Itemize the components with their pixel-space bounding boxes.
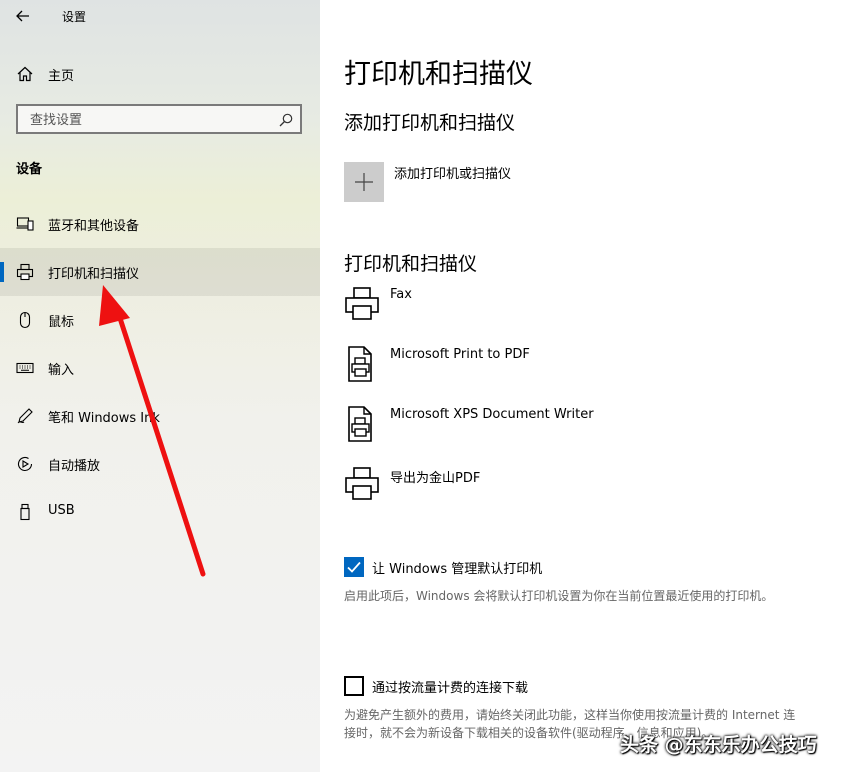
checkmark-icon xyxy=(347,561,361,573)
default-printer-label[interactable]: 让 Windows 管理默认打印机 xyxy=(372,558,542,577)
document-printer-icon xyxy=(348,406,372,442)
printers-page: 打印机和扫描仪 添加打印机和扫描仪 添加打印机或扫描仪 打印机和扫描仪 Fax … xyxy=(320,0,862,772)
default-printer-checkbox[interactable] xyxy=(344,557,364,577)
sidebar-item-bluetooth[interactable]: 蓝牙和其他设备 xyxy=(0,200,320,248)
metered-download-checkbox[interactable] xyxy=(344,676,364,696)
section-heading-devices: 设备 xyxy=(16,162,43,177)
printer-name: Microsoft Print to PDF xyxy=(390,347,530,362)
add-printer-button[interactable] xyxy=(344,162,384,202)
default-printer-description: 启用此项后，Windows 会将默认打印机设置为你在当前位置最近使用的打印机。 xyxy=(344,589,774,603)
sidebar-item-autoplay[interactable]: 自动播放 xyxy=(0,440,320,488)
document-printer-icon xyxy=(348,346,372,382)
sidebar-item-label: 主页 xyxy=(48,69,75,84)
search-input[interactable] xyxy=(28,109,272,131)
title-bar: 设置 xyxy=(0,0,320,32)
keyboard-icon xyxy=(16,362,34,374)
search-icon[interactable] xyxy=(278,112,294,128)
printer-name: Fax xyxy=(390,287,412,302)
home-icon xyxy=(17,66,33,82)
add-printers-heading: 添加打印机和扫描仪 xyxy=(344,112,516,134)
sidebar-item-printers[interactable]: 打印机和扫描仪 xyxy=(0,248,320,296)
fax-printer-icon xyxy=(345,287,379,320)
sidebar-item-pen[interactable]: 笔和 Windows Ink xyxy=(0,392,320,440)
printer-name: 导出为金山PDF xyxy=(390,471,481,486)
printer-name: Microsoft XPS Document Writer xyxy=(390,407,594,422)
sidebar-item-label: 打印机和扫描仪 xyxy=(48,267,140,282)
printer-item-wps-pdf[interactable]: 导出为金山PDF xyxy=(344,464,844,524)
mouse-icon xyxy=(19,311,31,329)
printer-item-pdf[interactable]: Microsoft Print to PDF xyxy=(344,344,844,404)
back-button[interactable] xyxy=(12,5,34,27)
sidebar-item-label: 蓝牙和其他设备 xyxy=(48,219,140,234)
printer-icon xyxy=(345,467,379,500)
printer-item-xps[interactable]: Microsoft XPS Document Writer xyxy=(344,404,844,464)
back-arrow-icon xyxy=(16,10,29,22)
sidebar-item-typing[interactable]: 输入 xyxy=(0,344,320,392)
sidebar-item-usb[interactable]: USB xyxy=(0,488,320,536)
printers-list-heading: 打印机和扫描仪 xyxy=(344,253,478,275)
sidebar-item-label: 自动播放 xyxy=(48,459,101,474)
sidebar-item-home[interactable]: 主页 xyxy=(0,54,320,94)
metered-download-label[interactable]: 通过按流量计费的连接下载 xyxy=(372,677,528,696)
autoplay-icon xyxy=(17,456,33,472)
sidebar-item-label: 鼠标 xyxy=(48,315,75,330)
sidebar-item-label: 输入 xyxy=(48,363,75,378)
bluetooth-devices-icon xyxy=(16,217,34,231)
sidebar-item-label: 笔和 Windows Ink xyxy=(48,411,160,426)
usb-icon xyxy=(20,503,30,521)
sidebar-item-mouse[interactable]: 鼠标 xyxy=(0,296,320,344)
search-box[interactable] xyxy=(16,104,302,134)
page-title: 打印机和扫描仪 xyxy=(344,59,533,90)
add-printer-label[interactable]: 添加打印机或扫描仪 xyxy=(394,163,511,182)
window-title: 设置 xyxy=(62,10,87,24)
printer-item-fax[interactable]: Fax xyxy=(344,284,844,344)
watermark-text: 头条 @东东乐办公技巧 xyxy=(620,734,817,756)
plus-icon xyxy=(355,173,373,191)
sidebar-item-label: USB xyxy=(48,503,75,518)
printer-icon xyxy=(16,263,34,281)
pen-icon xyxy=(17,408,33,424)
settings-sidebar: 设置 主页 设备 蓝牙和其他设备 打印机和扫描仪 xyxy=(0,0,320,772)
